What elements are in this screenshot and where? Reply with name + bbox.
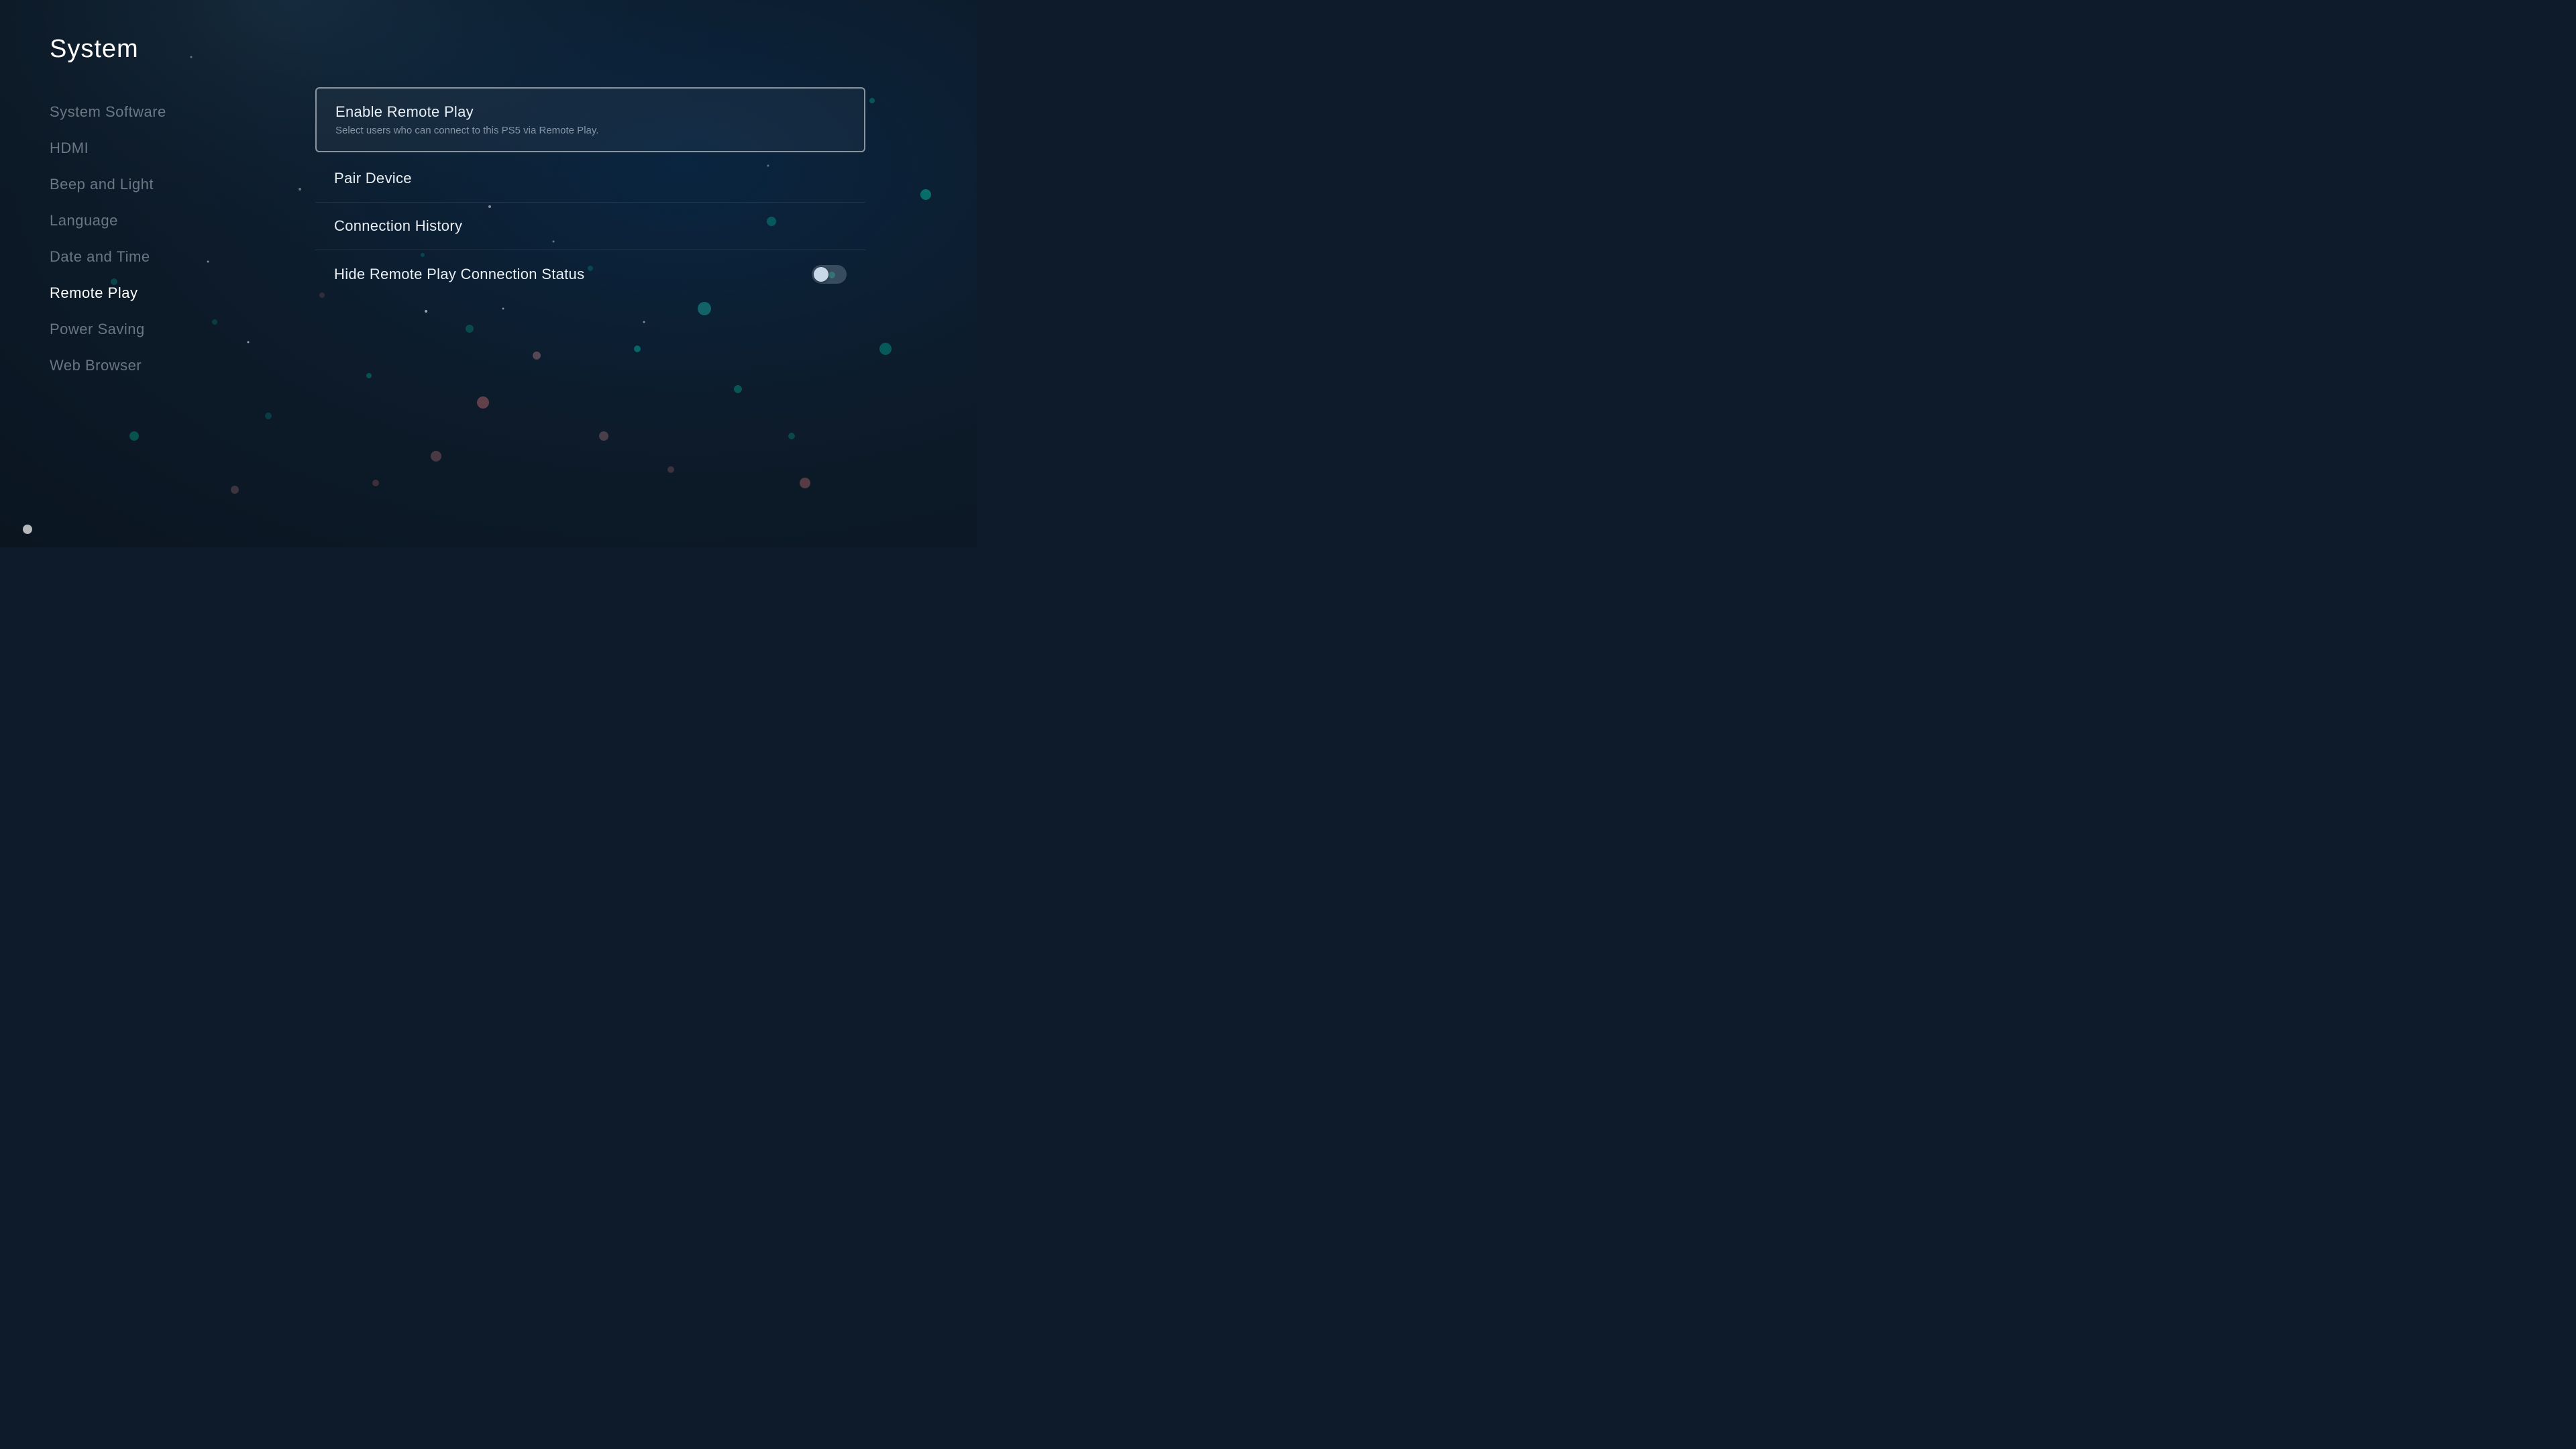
menu-item-title: Pair Device xyxy=(334,170,412,187)
hide-remote-play-toggle[interactable] xyxy=(812,265,847,284)
menu-item-content: Pair Device xyxy=(334,170,412,187)
sidebar-label: System Software xyxy=(50,103,166,120)
menu-item-subtitle: Select users who can connect to this PS5… xyxy=(335,125,598,136)
sidebar-item-hdmi[interactable]: HDMI xyxy=(50,130,284,166)
menu-item-title: Hide Remote Play Connection Status xyxy=(334,266,584,283)
sidebar-label: Beep and Light xyxy=(50,176,154,193)
sidebar-label: Language xyxy=(50,212,118,229)
menu-item-enable-remote-play[interactable]: Enable Remote Play Select users who can … xyxy=(315,87,865,152)
sidebar-item-beep-and-light[interactable]: Beep and Light xyxy=(50,166,284,203)
menu-item-pair-device[interactable]: Pair Device xyxy=(315,155,865,203)
menu-item-title: Connection History xyxy=(334,217,462,235)
menu-item-connection-history[interactable]: Connection History xyxy=(315,203,865,250)
sidebar-label: Web Browser xyxy=(50,357,142,374)
sidebar-label: Power Saving xyxy=(50,321,145,337)
sidebar: System Software HDMI Beep and Light Lang… xyxy=(50,94,284,384)
sidebar-item-remote-play[interactable]: Remote Play xyxy=(50,275,284,311)
sidebar-item-system-software[interactable]: System Software xyxy=(50,94,284,130)
menu-item-content: Connection History xyxy=(334,217,462,235)
sidebar-item-date-and-time[interactable]: Date and Time xyxy=(50,239,284,275)
menu-item-content: Enable Remote Play Select users who can … xyxy=(335,103,598,136)
menu-item-hide-remote-play[interactable]: Hide Remote Play Connection Status xyxy=(315,250,865,299)
toggle-knob xyxy=(814,267,828,282)
sidebar-item-language[interactable]: Language xyxy=(50,203,284,239)
page-title: System xyxy=(50,35,139,64)
sidebar-label: HDMI xyxy=(50,140,89,156)
menu-item-content: Hide Remote Play Connection Status xyxy=(334,266,584,283)
sidebar-label: Remote Play xyxy=(50,284,138,301)
content-panel: Enable Remote Play Select users who can … xyxy=(315,87,865,299)
controller-dot xyxy=(23,525,32,534)
sidebar-item-web-browser[interactable]: Web Browser xyxy=(50,347,284,384)
menu-item-title: Enable Remote Play xyxy=(335,103,598,121)
sidebar-label: Date and Time xyxy=(50,248,150,265)
sidebar-item-power-saving[interactable]: Power Saving xyxy=(50,311,284,347)
